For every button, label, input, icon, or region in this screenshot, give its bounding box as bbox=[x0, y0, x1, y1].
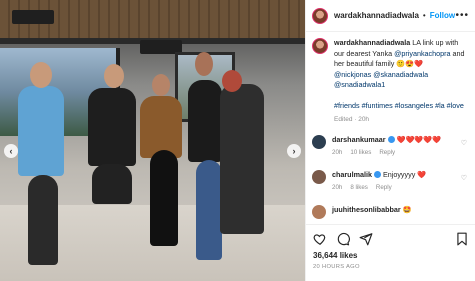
chevron-left-icon[interactable]: ‹ bbox=[4, 144, 18, 158]
chevron-right-icon[interactable]: › bbox=[287, 144, 301, 158]
comment-likes[interactable]: 8 likes bbox=[350, 184, 368, 191]
post-side-panel: wardakhannadiadwala • Follow ••• wardakh… bbox=[305, 0, 475, 281]
more-options-icon[interactable]: ••• bbox=[455, 10, 469, 21]
mention-link[interactable]: @nickjonas bbox=[334, 70, 371, 79]
avatar[interactable] bbox=[312, 7, 328, 24]
heart-icon[interactable]: ♡ bbox=[461, 174, 467, 182]
heart-icon[interactable] bbox=[313, 232, 327, 246]
post-timestamp: 20 HOURS AGO bbox=[313, 264, 360, 270]
avatar[interactable] bbox=[312, 38, 328, 54]
likes-count[interactable]: 36,644 likes bbox=[313, 251, 469, 260]
comment-username[interactable]: charulmalik bbox=[332, 170, 372, 179]
post-photo[interactable]: ‹ › bbox=[0, 0, 305, 281]
reply-button[interactable]: Reply bbox=[376, 184, 392, 191]
comment-likes[interactable]: 10 likes bbox=[350, 149, 371, 156]
follow-button[interactable]: Follow bbox=[430, 11, 455, 20]
verified-badge-icon bbox=[387, 135, 395, 143]
comment-text: Enjoyyyyy ❤️ bbox=[382, 169, 427, 179]
comment-item: juuhithesonlibabbar 🤩 bbox=[312, 204, 469, 219]
avatar[interactable] bbox=[312, 204, 326, 219]
reply-button[interactable]: Reply bbox=[379, 149, 395, 156]
comment-username[interactable]: juuhithesonlibabbar bbox=[332, 205, 401, 214]
comments-section: wardakhannadiadwala LA link up with our … bbox=[306, 32, 475, 222]
mention-link[interactable]: @skanadiadwala bbox=[373, 70, 428, 79]
mention-link[interactable]: @snadiadwala1 bbox=[334, 80, 385, 89]
avatar[interactable] bbox=[312, 134, 326, 149]
hashtags[interactable]: #friends #funtimes #losangeles #la #love bbox=[334, 101, 464, 110]
caption-username[interactable]: wardakhannadiadwala bbox=[334, 38, 410, 47]
heart-icon[interactable]: ♡ bbox=[461, 139, 467, 147]
avatar[interactable] bbox=[312, 169, 326, 184]
comment-text: 🤩 bbox=[402, 204, 412, 214]
comment-text: ❤️❤️❤️❤️❤️ bbox=[396, 134, 442, 144]
share-icon[interactable] bbox=[359, 232, 373, 246]
verified-badge-icon bbox=[373, 170, 381, 178]
comment-icon[interactable] bbox=[336, 232, 350, 246]
mention-link[interactable]: @priyankachopra bbox=[394, 49, 450, 58]
post-header: wardakhannadiadwala • Follow ••• bbox=[306, 0, 475, 32]
comment-username[interactable]: darshankumaar bbox=[332, 135, 386, 144]
caption-edited: Edited · 20h bbox=[334, 115, 370, 123]
comment-item: charulmalik Enjoyyyyy ❤️ 20h 8 likes Reply… bbox=[312, 169, 469, 193]
author-username[interactable]: wardakhannadiadwala bbox=[334, 11, 419, 20]
caption-emojis: 🙂😍❤️ bbox=[396, 59, 424, 68]
comment-item: darshankumaar ❤️❤️❤️❤️❤️ 20h 10 likes Repl… bbox=[312, 134, 469, 158]
bookmark-icon[interactable] bbox=[455, 232, 469, 246]
post-actions: 36,644 likes 20 HOURS AGO bbox=[306, 224, 475, 270]
caption: wardakhannadiadwala LA link up with our … bbox=[312, 38, 469, 123]
